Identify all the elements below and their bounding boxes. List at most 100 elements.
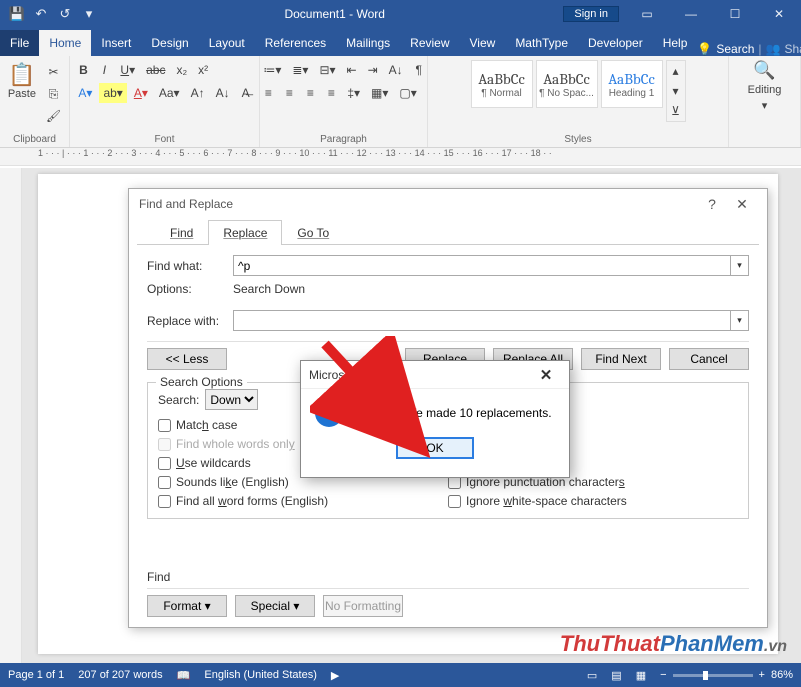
decrease-indent-button[interactable]: ⇤ [343,60,361,80]
grow-font-button[interactable]: A↑ [187,83,209,103]
spellcheck-icon[interactable]: 📖 [177,669,191,682]
highlight-button[interactable]: ab▾ [99,83,126,103]
dialog-help-icon[interactable]: ? [697,196,727,212]
shading-button[interactable]: ▦▾ [367,83,392,103]
subscript-button[interactable]: x₂ [172,60,191,80]
cancel-button[interactable]: Cancel [669,348,749,370]
align-center-button[interactable]: ≡ [280,83,298,103]
share-icon[interactable]: 👥 [766,42,781,56]
save-icon[interactable]: 💾 [6,3,28,25]
less-button[interactable]: << Less [147,348,227,370]
format-button[interactable]: Format ▾ [147,595,227,617]
macro-status-icon[interactable]: ▶ [331,669,339,682]
replace-with-dropdown-icon[interactable]: ▾ [731,310,749,331]
editing-button[interactable]: 🔍 Editing ▾ [735,60,795,112]
bold-button[interactable]: B [74,60,92,80]
style-heading1[interactable]: AaBbCc Heading 1 [601,60,663,108]
styles-up-icon[interactable]: ▴ [667,61,685,81]
tab-mathtype[interactable]: MathType [505,30,578,56]
zoom-out-icon[interactable]: − [660,669,666,681]
search-direction-select[interactable]: Down [205,389,258,410]
find-what-dropdown-icon[interactable]: ▾ [731,255,749,276]
show-marks-button[interactable]: ¶ [410,60,428,80]
multilevel-button[interactable]: ⊟▾ [315,60,339,80]
tab-developer[interactable]: Developer [578,30,653,56]
tab-file[interactable]: File [0,30,39,56]
group-label-clipboard: Clipboard [6,132,63,145]
tab-insert[interactable]: Insert [91,30,141,56]
superscript-button[interactable]: x² [194,60,212,80]
style-normal[interactable]: AaBbCc ¶ Normal [471,60,533,108]
tab-replace[interactable]: Replace [208,220,282,245]
view-print-icon[interactable]: ▤ [611,669,621,682]
language-status[interactable]: English (United States) [204,669,317,681]
dialog-close-icon[interactable]: ✕ [727,196,757,213]
search-label[interactable]: Search [716,42,754,56]
tab-layout[interactable]: Layout [199,30,255,56]
copy-icon[interactable]: ⎘ [42,84,65,104]
view-read-icon[interactable]: ▭ [587,669,597,682]
word-count[interactable]: 207 of 207 words [78,669,162,681]
zoom-level[interactable]: 86% [771,669,793,681]
dialog-titlebar[interactable]: Find and Replace ? ✕ [129,189,767,219]
close-icon[interactable]: ✕ [757,0,801,28]
format-painter-icon[interactable]: 🖌 [42,106,65,126]
tell-me-icon[interactable]: 💡 [697,42,712,56]
special-button[interactable]: Special ▾ [235,595,315,617]
redo-icon[interactable]: ↺ [54,3,76,25]
ribbon: 📋 Paste ✂ ⎘ 🖌 Clipboard B I U▾ abc x₂ x²… [0,56,801,148]
justify-button[interactable]: ≡ [322,83,340,103]
tab-help[interactable]: Help [653,30,698,56]
word-forms-checkbox[interactable]: Find all word forms (English) [158,494,448,508]
font-color-button[interactable]: A▾ [130,83,152,103]
align-right-button[interactable]: ≡ [301,83,319,103]
view-web-icon[interactable]: ▦ [636,669,646,682]
tab-review[interactable]: Review [400,30,459,56]
zoom-in-icon[interactable]: + [759,669,765,681]
tab-design[interactable]: Design [141,30,198,56]
paste-button[interactable]: 📋 Paste [4,60,40,100]
vertical-ruler[interactable] [0,168,22,663]
numbering-button[interactable]: ≣▾ [288,60,312,80]
cut-icon[interactable]: ✂ [42,62,65,82]
tab-view[interactable]: View [460,30,506,56]
styles-down-icon[interactable]: ▾ [667,81,685,101]
underline-button[interactable]: U▾ [116,60,139,80]
ok-button[interactable]: OK [396,437,474,459]
message-close-icon[interactable]: ✕ [531,366,561,384]
text-effects-button[interactable]: A▾ [74,83,96,103]
qat-dropdown-icon[interactable]: ▾ [78,3,100,25]
change-case-button[interactable]: Aa▾ [155,83,184,103]
strike-button[interactable]: abc [142,60,169,80]
styles-more-icon[interactable]: ⊻ [667,101,685,121]
ribbon-options-icon[interactable]: ▭ [625,0,669,28]
maximize-icon[interactable]: ☐ [713,0,757,28]
style-nospacing[interactable]: AaBbCc ¶ No Spac... [536,60,598,108]
minimize-icon[interactable]: — [669,0,713,28]
sign-in-button[interactable]: Sign in [563,6,619,22]
share-label[interactable]: Share [784,42,801,56]
borders-button[interactable]: ▢▾ [395,83,420,103]
find-next-button[interactable]: Find Next [581,348,661,370]
align-left-button[interactable]: ≡ [259,83,277,103]
bullets-button[interactable]: ≔▾ [259,60,285,80]
line-spacing-button[interactable]: ‡▾ [343,83,364,103]
tab-find[interactable]: Find [155,220,208,245]
clear-format-button[interactable]: A̶ [237,83,255,103]
undo-icon[interactable]: ↶ [30,3,52,25]
increase-indent-button[interactable]: ⇥ [364,60,382,80]
replace-with-input[interactable] [233,310,731,331]
tab-goto[interactable]: Go To [282,220,344,245]
tab-mailings[interactable]: Mailings [336,30,400,56]
page-status[interactable]: Page 1 of 1 [8,669,64,681]
ignore-whitespace-checkbox[interactable]: Ignore white-space characters [448,494,738,508]
sort-button[interactable]: A↓ [385,60,407,80]
tab-home[interactable]: Home [39,30,91,56]
zoom-slider[interactable] [673,674,753,677]
tab-references[interactable]: References [255,30,336,56]
message-titlebar[interactable]: Microsoft Word ✕ [301,361,569,389]
italic-button[interactable]: I [95,60,113,80]
shrink-font-button[interactable]: A↓ [212,83,234,103]
find-what-input[interactable] [233,255,731,276]
horizontal-ruler[interactable]: 1 · · · | · · · 1 · · · 2 · · · 3 · · · … [0,148,801,166]
